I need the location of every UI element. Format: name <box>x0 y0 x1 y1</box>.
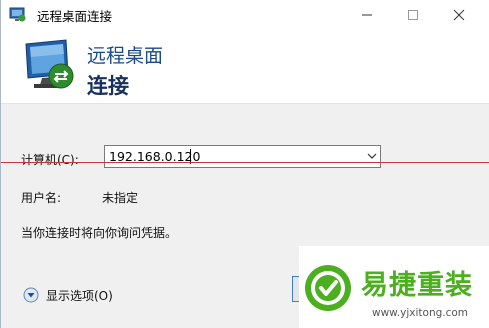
user-label: 用户名: <box>21 191 62 205</box>
minimize-button[interactable] <box>344 0 390 30</box>
combobox-dropdown-button[interactable] <box>363 146 381 167</box>
minimize-icon <box>362 14 372 16</box>
show-options-label: 显示选项(O) <box>46 289 113 303</box>
watermark-title: 易捷重装 <box>361 270 473 301</box>
window-title: 远程桌面连接 <box>37 9 113 24</box>
chevron-down-icon <box>367 153 377 159</box>
remote-desktop-monitor-icon <box>22 38 82 94</box>
remote-desktop-window: 远程桌面连接 远程桌面 连接 计算机(C): 192.168.0.120 用户名… <box>0 0 489 328</box>
close-icon <box>453 9 465 21</box>
maximize-button[interactable] <box>390 0 436 30</box>
header-subtitle: 连接 <box>87 74 129 98</box>
watermark-url: www.yjxitong.com <box>372 307 469 319</box>
annotation-line <box>1 162 489 163</box>
credentials-note: 当你连接时将向你询问凭据。 <box>21 226 178 240</box>
header-title: 远程桌面 <box>87 45 164 67</box>
computer-label: 计算机(C): <box>21 153 79 167</box>
user-value: 未指定 <box>102 191 139 205</box>
remote-desktop-icon <box>9 7 27 23</box>
watermark: 易捷重装 www.yjxitong.com <box>299 246 489 328</box>
title-bar[interactable]: 远程桌面连接 <box>1 0 489 30</box>
chevron-down-circle-icon <box>23 287 39 303</box>
close-button[interactable] <box>436 0 482 30</box>
computer-combobox[interactable]: 192.168.0.120 <box>104 145 381 168</box>
watermark-logo-icon <box>303 263 353 313</box>
show-options-button[interactable]: 显示选项(O) <box>23 286 123 304</box>
header-banner: 远程桌面 连接 <box>1 30 489 104</box>
maximize-icon <box>408 10 418 20</box>
